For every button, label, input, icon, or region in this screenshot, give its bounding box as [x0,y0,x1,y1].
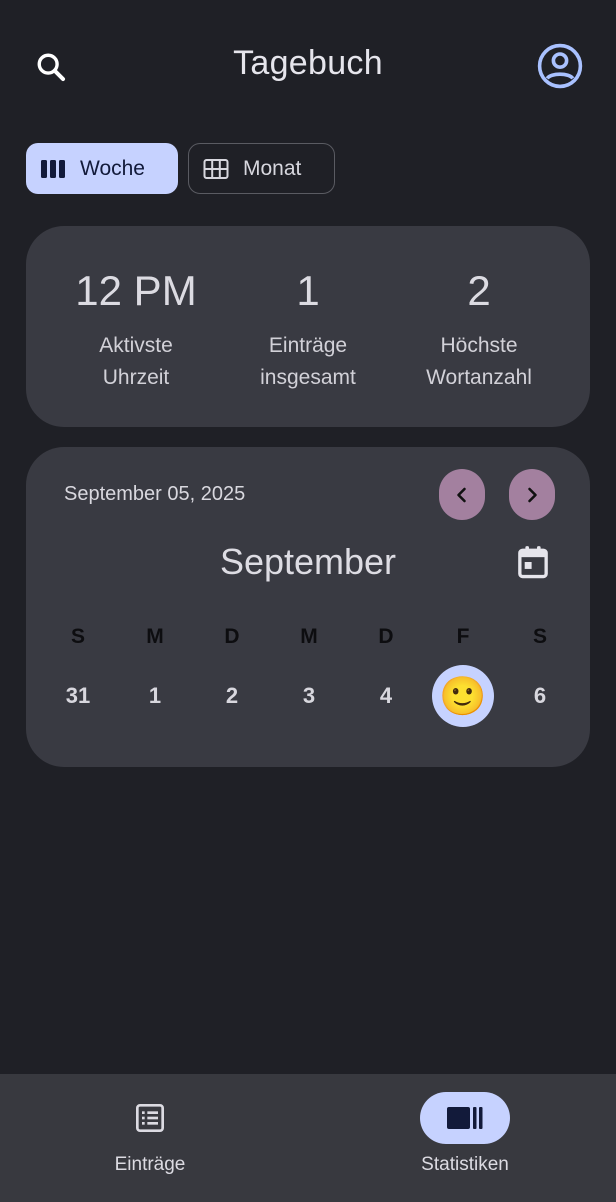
toggle-month[interactable]: Monat [188,143,335,194]
nav-statistics[interactable]: Statistiken [385,1092,545,1176]
calendar-day[interactable]: 31 [53,683,103,709]
app-root: Tagebuch Woche Monat 12 PM Aktivste Uhrz… [0,0,616,1202]
calendar-day[interactable]: 6 [515,683,565,709]
calendar-icon [518,546,548,579]
calendar-day[interactable]: 4 [361,683,411,709]
smiley-emoji-icon: 🙂 [439,674,487,718]
nav-entries-pill [105,1092,195,1144]
toggle-month-label: Monat [243,156,302,180]
page-title: Tagebuch [233,44,383,82]
bottom-navigation: Einträge Statistiken [0,1074,616,1202]
weekday-label: S [70,625,85,648]
previous-week-button[interactable] [439,469,485,520]
top-app-bar: Tagebuch [0,0,616,130]
weekday-label: F [456,625,470,648]
month-title: September [219,541,397,582]
selected-date: September 05, 2025 [64,483,246,505]
weekday-label: D [224,625,240,648]
chevron-left-icon [457,487,466,502]
weekday-label: S [532,625,547,648]
toggle-week-label: Woche [80,156,145,180]
stats-card: 12 PM Aktivste Uhrzeit 1 Einträge insges… [26,226,590,427]
nav-statistics-pill [420,1092,510,1144]
calendar-day[interactable]: 2 [207,683,257,709]
calendar-day-selected[interactable]: 🙂 [432,665,494,727]
list-icon [136,1104,164,1132]
account-circle-icon [537,43,583,89]
weekday-label: M [146,625,164,648]
stat-value: 2 [467,267,491,314]
calendar-card: September 05, 2025 September S M D M D F… [26,447,590,767]
stat-value: 12 PM [75,267,197,314]
nav-entries[interactable]: Einträge [70,1092,230,1176]
next-week-button[interactable] [509,469,555,520]
stat-max-word-count: 2 Höchste Wortanzahl [389,270,569,394]
weekday-label: D [378,625,394,648]
weekday-label: M [300,625,318,648]
stat-label: Einträge insgesamt [260,334,356,389]
stat-label: Höchste Wortanzahl [426,334,532,389]
calendar-grid-icon [203,156,229,182]
stat-total-entries: 1 Einträge insgesamt [218,270,398,394]
nav-entries-label: Einträge [114,1154,186,1175]
stats-icon [447,1107,483,1129]
nav-statistics-label: Statistiken [421,1154,509,1175]
view-week-icon [40,156,66,182]
stat-most-active-time: 12 PM Aktivste Uhrzeit [46,270,226,394]
chevron-right-icon [528,487,537,502]
toggle-week[interactable]: Woche [26,143,178,194]
calendar-day[interactable]: 1 [130,683,180,709]
stat-label: Aktivste Uhrzeit [99,334,173,389]
account-button[interactable] [532,38,588,94]
calendar-day[interactable]: 3 [284,683,334,709]
calendar-picker-button[interactable] [514,543,552,581]
stat-value: 1 [296,267,320,314]
